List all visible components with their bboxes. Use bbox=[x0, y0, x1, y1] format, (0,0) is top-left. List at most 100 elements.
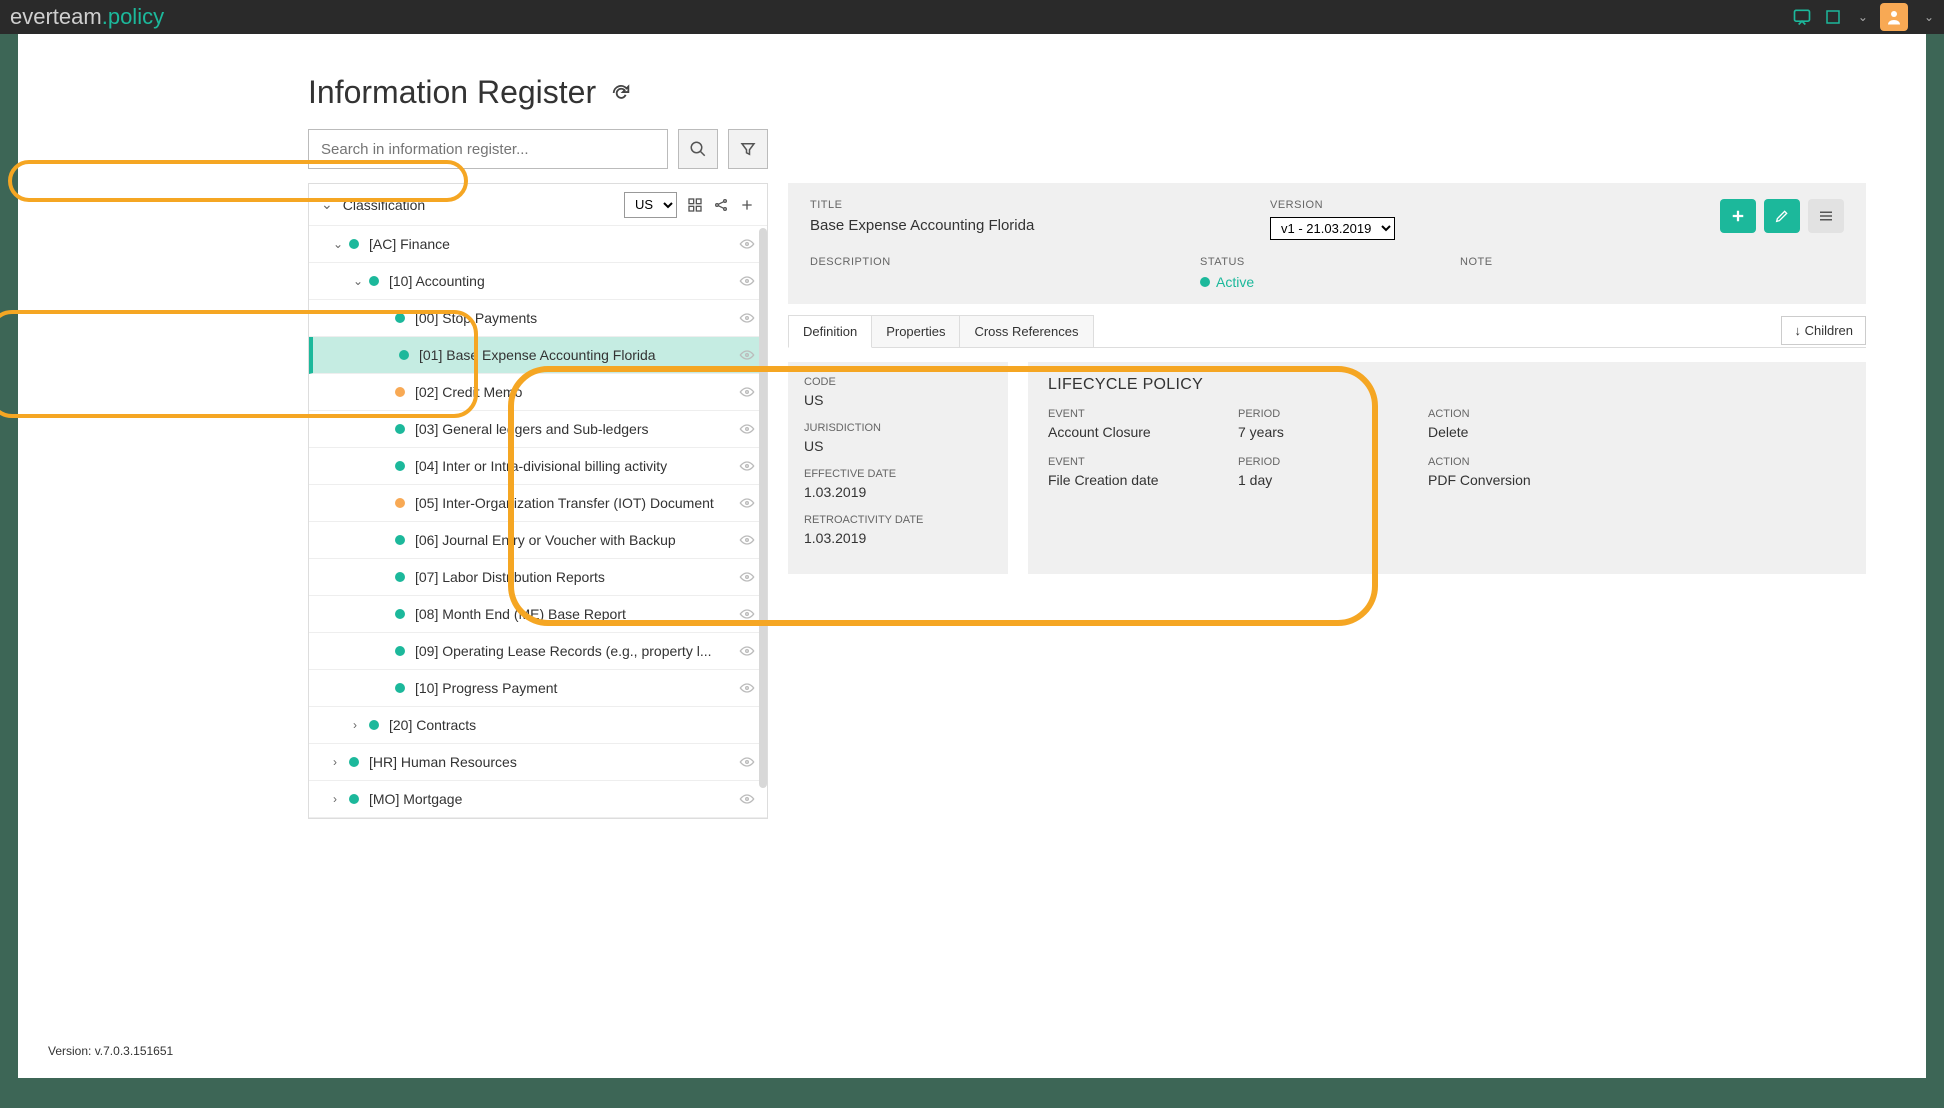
eye-icon[interactable] bbox=[739, 238, 755, 250]
field-value: US bbox=[804, 392, 992, 408]
eye-icon[interactable] bbox=[739, 349, 755, 361]
eye-icon[interactable] bbox=[739, 645, 755, 657]
version-select[interactable]: v1 - 21.03.2019 bbox=[1270, 217, 1395, 240]
tree-item-label: [HR] Human Resources bbox=[369, 754, 739, 770]
tree-collapse-icon[interactable]: ⌄ bbox=[321, 196, 333, 213]
eye-icon[interactable] bbox=[739, 608, 755, 620]
tree-item-label: [09] Operating Lease Records (e.g., prop… bbox=[415, 643, 739, 659]
classification-select[interactable]: US bbox=[624, 192, 677, 218]
status-dot-icon bbox=[395, 535, 405, 545]
title-value: Base Expense Accounting Florida bbox=[810, 217, 1050, 234]
search-input[interactable] bbox=[308, 129, 668, 169]
tree-item[interactable]: [00] Stop Payments bbox=[309, 300, 767, 337]
tree-item[interactable]: › [HR] Human Resources bbox=[309, 744, 767, 781]
field-label: JURISDICTION bbox=[804, 422, 992, 434]
tree-item[interactable]: [06] Journal Entry or Voucher with Backu… bbox=[309, 522, 767, 559]
tree-item[interactable]: [05] Inter-Organization Transfer (IOT) D… bbox=[309, 485, 767, 522]
tree-item[interactable]: [02] Credit Memo bbox=[309, 374, 767, 411]
refresh-icon[interactable] bbox=[610, 82, 632, 104]
version-label: VERSION bbox=[1270, 199, 1510, 211]
status-dot-icon bbox=[369, 720, 379, 730]
status-dot-icon bbox=[399, 350, 409, 360]
field-label: RETROACTIVITY DATE bbox=[804, 514, 992, 526]
chevron-right-icon[interactable]: › bbox=[333, 755, 349, 769]
eye-icon[interactable] bbox=[739, 312, 755, 324]
tree-item[interactable]: › [MO] Mortgage bbox=[309, 781, 767, 818]
add-tree-icon[interactable] bbox=[739, 197, 755, 213]
tree-item[interactable]: [03] General ledgers and Sub-ledgers bbox=[309, 411, 767, 448]
tree-item-label: [MO] Mortgage bbox=[369, 791, 739, 807]
tree-item[interactable]: [07] Labor Distribution Reports bbox=[309, 559, 767, 596]
field-value: US bbox=[804, 438, 992, 454]
status-dot-icon bbox=[395, 498, 405, 508]
brand-part2: .policy bbox=[102, 4, 164, 29]
tab-cross-references[interactable]: Cross References bbox=[959, 315, 1093, 347]
tree-item[interactable]: [09] Operating Lease Records (e.g., prop… bbox=[309, 633, 767, 670]
tab-properties[interactable]: Properties bbox=[871, 315, 960, 347]
user-avatar[interactable] bbox=[1880, 3, 1908, 31]
chevron-right-icon[interactable]: › bbox=[353, 718, 369, 732]
scrollbar[interactable] bbox=[759, 228, 767, 788]
window-chevron-icon[interactable]: ⌄ bbox=[1858, 10, 1868, 24]
eye-icon[interactable] bbox=[739, 793, 755, 805]
action-value: Delete bbox=[1428, 424, 1578, 440]
eye-icon[interactable] bbox=[739, 423, 755, 435]
tree-item[interactable]: [08] Month End (ME) Base Report bbox=[309, 596, 767, 633]
brand-logo: everteam.policy bbox=[10, 4, 164, 30]
tree-item[interactable]: [04] Inter or Intra-divisional billing a… bbox=[309, 448, 767, 485]
tree-item[interactable]: [01] Base Expense Accounting Florida bbox=[309, 337, 767, 374]
event-value: File Creation date bbox=[1048, 472, 1198, 488]
eye-icon[interactable] bbox=[739, 534, 755, 546]
status-dot-icon bbox=[395, 387, 405, 397]
page-title: Information Register bbox=[308, 74, 596, 111]
eye-icon[interactable] bbox=[739, 275, 755, 287]
tree-item[interactable]: ⌄[10] Accounting bbox=[309, 263, 767, 300]
action-label: ACTION bbox=[1428, 408, 1578, 420]
tree-item-label: [06] Journal Entry or Voucher with Backu… bbox=[415, 532, 739, 548]
tree-item-label: [05] Inter-Organization Transfer (IOT) D… bbox=[415, 495, 739, 511]
field-label: CODE bbox=[804, 376, 992, 388]
desc-label: DESCRIPTION bbox=[810, 256, 1030, 268]
chat-icon[interactable] bbox=[1792, 7, 1812, 27]
status-dot-icon bbox=[395, 646, 405, 656]
status-dot-icon bbox=[395, 313, 405, 323]
chevron-right-icon[interactable]: › bbox=[333, 792, 349, 806]
tree-item[interactable]: ⌄[AC] Finance bbox=[309, 226, 767, 263]
tree-header: ⌄ Classification US bbox=[309, 184, 767, 226]
status-dot-icon bbox=[349, 239, 359, 249]
tree-item[interactable]: [10] Progress Payment bbox=[309, 670, 767, 707]
window-icon[interactable] bbox=[1824, 8, 1842, 26]
share-icon[interactable] bbox=[713, 197, 729, 213]
add-button[interactable] bbox=[1720, 199, 1756, 233]
search-button[interactable] bbox=[678, 129, 718, 169]
chevron-down-icon[interactable]: ⌄ bbox=[353, 274, 369, 288]
grid-icon[interactable] bbox=[687, 197, 703, 213]
title-label: TITLE bbox=[810, 199, 1050, 211]
tree-item[interactable]: › [20] Contracts bbox=[309, 707, 767, 744]
eye-icon[interactable] bbox=[739, 460, 755, 472]
field-value: 1.03.2019 bbox=[804, 530, 992, 546]
children-button[interactable]: ↓ Children bbox=[1781, 316, 1866, 345]
tab-definition[interactable]: Definition bbox=[788, 315, 872, 348]
tree-item-label: [08] Month End (ME) Base Report bbox=[415, 606, 739, 622]
eye-icon[interactable] bbox=[739, 682, 755, 694]
field-value: 1.03.2019 bbox=[804, 484, 992, 500]
avatar-chevron-icon[interactable]: ⌄ bbox=[1924, 10, 1934, 24]
eye-icon[interactable] bbox=[739, 497, 755, 509]
eye-icon[interactable] bbox=[739, 756, 755, 768]
eye-icon[interactable] bbox=[739, 571, 755, 583]
tree-panel: ⌄ Classification US ⌄[AC] Finance⌄ bbox=[308, 183, 768, 819]
tree-item-label: [00] Stop Payments bbox=[415, 310, 739, 326]
tree-item-label: [20] Contracts bbox=[389, 717, 755, 733]
tree-item-label: [07] Labor Distribution Reports bbox=[415, 569, 739, 585]
status-dot-icon bbox=[395, 683, 405, 693]
note-label: NOTE bbox=[1460, 256, 1680, 268]
brand-part1: everteam bbox=[10, 4, 102, 29]
menu-button[interactable] bbox=[1808, 199, 1844, 233]
edit-button[interactable] bbox=[1764, 199, 1800, 233]
chevron-down-icon[interactable]: ⌄ bbox=[333, 237, 349, 251]
eye-icon[interactable] bbox=[739, 386, 755, 398]
status-dot-icon bbox=[395, 572, 405, 582]
filter-button[interactable] bbox=[728, 129, 768, 169]
tree-item-label: [02] Credit Memo bbox=[415, 384, 739, 400]
